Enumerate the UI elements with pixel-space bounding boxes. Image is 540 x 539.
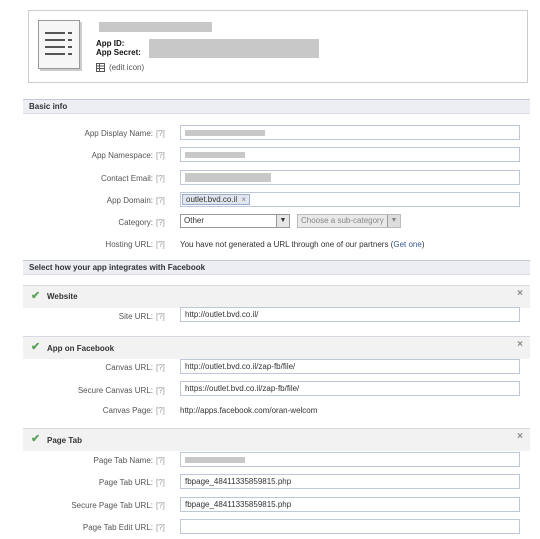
edit-icon-link[interactable]: (edit icon)	[96, 63, 144, 72]
help-icon[interactable]: [?]	[156, 312, 165, 321]
display-name-field[interactable]	[180, 125, 520, 140]
help-icon[interactable]: [?]	[156, 363, 165, 372]
checkmark-icon: ✔	[31, 433, 41, 445]
subcategory-placeholder: Choose a sub-category	[301, 216, 384, 225]
app-on-facebook-title: App on Facebook	[47, 344, 115, 353]
hosting-text-end: )	[421, 240, 425, 249]
secure-canvas-url-field[interactable]: https://outlet.bvd.co.il/zap-fb/file/	[180, 381, 520, 396]
site-url-label: Site URL:	[118, 312, 153, 321]
category-label: Category:	[118, 218, 153, 227]
help-icon[interactable]: [?]	[156, 386, 165, 395]
app-id-label: App ID:	[96, 39, 125, 48]
app-on-facebook-header[interactable]: ✔ App on Facebook ×	[23, 337, 530, 359]
site-url-field[interactable]: http://outlet.bvd.co.il/	[180, 307, 520, 322]
app-secret-label: App Secret:	[96, 48, 141, 57]
help-icon[interactable]: [?]	[156, 174, 165, 183]
subcategory-select: Choose a sub-category ▼	[297, 214, 401, 228]
display-name-redacted	[185, 130, 265, 136]
checkmark-icon: ✔	[31, 341, 41, 353]
integration-header: Select how your app integrates with Face…	[23, 260, 530, 275]
app-domain-token-label: outlet.bvd.co.il	[186, 195, 238, 204]
page-tab-edit-url-field[interactable]	[180, 519, 520, 534]
edit-icon-label: (edit icon)	[109, 63, 145, 72]
secure-page-tab-url-field[interactable]: fbpage_48411335859815.php	[180, 497, 520, 512]
website-title: Website	[47, 292, 78, 301]
list-icon	[45, 32, 72, 55]
help-icon[interactable]: [?]	[156, 240, 165, 249]
help-icon[interactable]: [?]	[156, 478, 165, 487]
app-icon	[38, 20, 80, 69]
app-id-secret-redacted	[149, 39, 319, 58]
namespace-label: App Namespace:	[91, 151, 153, 160]
hosting-url-label: Hosting URL:	[105, 240, 153, 249]
canvas-page-value: http://apps.facebook.com/oran-welcom	[180, 406, 318, 415]
namespace-redacted	[185, 152, 245, 158]
canvas-page-label: Canvas Page:	[102, 406, 153, 415]
hosting-url-text: You have not generated a URL through one…	[180, 240, 424, 249]
contact-email-label: Contact Email:	[100, 174, 153, 183]
hosting-text: You have not generated a URL through one…	[180, 240, 394, 249]
display-name-label: App Display Name:	[84, 129, 153, 138]
close-icon[interactable]: ×	[517, 431, 523, 442]
secure-page-tab-url-label: Secure Page Tab URL:	[71, 501, 153, 510]
help-icon[interactable]: [?]	[156, 406, 165, 415]
category-select[interactable]: Other ▼	[180, 214, 290, 228]
page-tab-title: Page Tab	[47, 436, 82, 445]
close-icon[interactable]: ×	[517, 288, 523, 299]
help-icon[interactable]: [?]	[156, 218, 165, 227]
app-domain-label: App Domain:	[106, 196, 153, 205]
page-tab-name-field[interactable]	[180, 452, 520, 467]
app-header-card: App ID: App Secret: (edit icon)	[28, 10, 528, 83]
remove-token-icon[interactable]: ×	[241, 195, 246, 204]
basic-info-header: Basic info	[23, 99, 530, 114]
page-tab-edit-url-label: Page Tab Edit URL:	[82, 523, 153, 532]
help-icon[interactable]: [?]	[156, 501, 165, 510]
contact-email-field[interactable]	[180, 170, 520, 185]
help-icon[interactable]: [?]	[156, 456, 165, 465]
page-tab-url-label: Page Tab URL:	[98, 478, 153, 487]
category-value: Other	[184, 216, 205, 225]
help-icon[interactable]: [?]	[156, 151, 165, 160]
page-tab-url-field[interactable]: fbpage_48411335859815.php	[180, 474, 520, 489]
help-icon[interactable]: [?]	[156, 129, 165, 138]
help-icon[interactable]: [?]	[156, 196, 165, 205]
close-icon[interactable]: ×	[517, 339, 523, 350]
page-tab-name-label: Page Tab Name:	[93, 456, 153, 465]
canvas-url-label: Canvas URL:	[105, 363, 153, 372]
secure-canvas-url-label: Secure Canvas URL:	[77, 386, 153, 395]
contact-email-redacted	[185, 173, 271, 182]
page-tab-header[interactable]: ✔ Page Tab ×	[23, 429, 530, 451]
help-icon[interactable]: [?]	[156, 523, 165, 532]
get-one-link[interactable]: Get one	[393, 240, 421, 249]
chevron-down-icon: ▼	[387, 215, 400, 227]
chevron-down-icon: ▼	[276, 215, 289, 227]
namespace-field[interactable]	[180, 147, 520, 162]
canvas-url-field[interactable]: http://outlet.bvd.co.il/zap-fb/file/	[180, 359, 520, 374]
table-icon	[96, 63, 105, 72]
app-domain-token[interactable]: outlet.bvd.co.il ×	[182, 194, 251, 205]
checkmark-icon: ✔	[31, 290, 41, 302]
page-tab-name-redacted	[185, 457, 245, 463]
website-panel-header[interactable]: ✔ Website ×	[23, 286, 530, 308]
app-name-redacted	[99, 22, 212, 32]
